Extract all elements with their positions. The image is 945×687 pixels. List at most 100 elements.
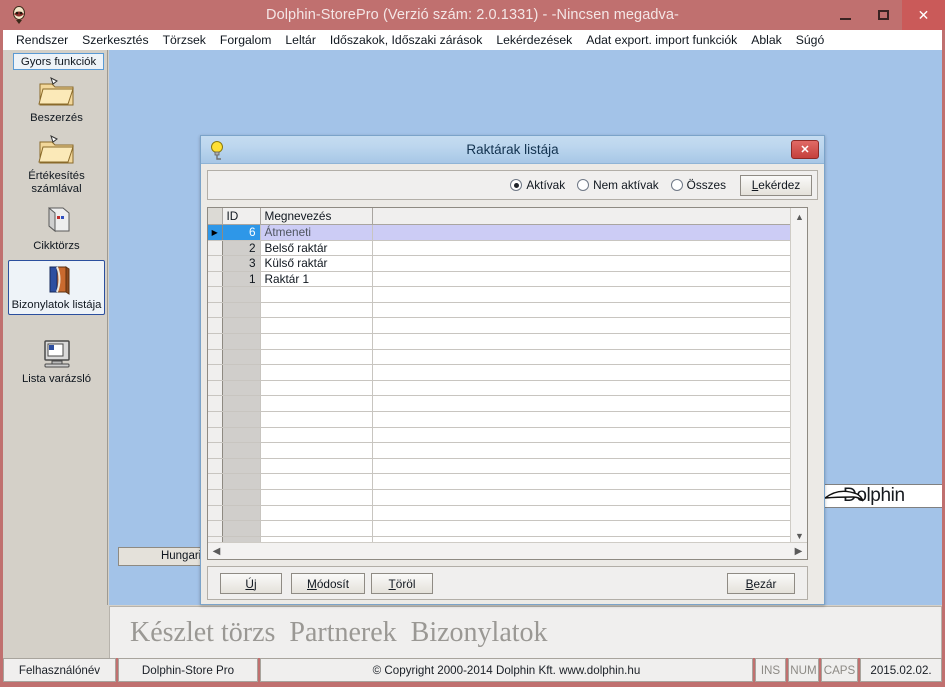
table-header-row: ID Megnevezés [208,208,791,225]
table-row[interactable]: 1 Raktár 1 [208,271,791,288]
cell-id [222,317,261,335]
dialog-close-button[interactable]: ✕ [791,140,819,159]
cell-name [260,364,373,381]
cell-id [222,520,261,537]
cell-filler [372,255,791,272]
row-marker [208,333,223,350]
table-row[interactable]: 2 Belső raktár [208,240,791,257]
new-button[interactable]: Új [220,573,282,594]
modify-button[interactable]: Módosít [291,573,365,594]
cell-id: 6 [222,224,261,241]
tool-item-bizonylatok-listaja[interactable]: Bizonylatok listája [8,260,105,315]
cell-filler [372,364,791,381]
table-body: ▶ 6 Átmeneti 2 Belső raktár 3 Külső raktár 1 Rak… [208,224,791,553]
tool-item-ertekesites[interactable]: Értékesítés számlával [8,132,105,198]
status-product: Dolphin-Store Pro [118,658,258,682]
cell-id [222,427,261,444]
table-row-empty[interactable] [208,442,791,459]
table-row-empty[interactable] [208,458,791,475]
tool-item-cikktorzs[interactable]: Cikktörzs [8,202,105,255]
cell-filler [372,505,791,522]
table-row[interactable]: ▶ 6 Átmeneti [208,224,791,241]
menu-leltar[interactable]: Leltár [278,30,323,50]
table-row-empty[interactable] [208,333,791,350]
table-row-empty[interactable] [208,411,791,428]
status-copyright: © Copyright 2000-2014 Dolphin Kft. www.d… [260,658,753,682]
grid-vertical-scrollbar[interactable]: ▲ ▼ [790,208,807,544]
dolphin-curve-icon [823,490,864,502]
menu-sugo[interactable]: Súgó [789,30,831,50]
tool-label: Értékesítés számlával [28,170,85,195]
table-row-empty[interactable] [208,364,791,381]
cell-id [222,286,261,303]
delete-button[interactable]: Töröl [371,573,433,594]
folder-open-icon [8,132,105,170]
cell-name [260,395,373,413]
cell-id [222,395,261,413]
tool-item-beszerzes[interactable]: Beszerzés [8,74,105,127]
table-row-empty[interactable] [208,489,791,506]
row-marker [208,520,223,537]
dolphin-logo: Dolphin [816,484,942,508]
grid-horizontal-scrollbar[interactable]: ◀ ▶ [208,542,807,559]
column-header-id[interactable]: ID [222,208,261,225]
menu-ablak[interactable]: Ablak [744,30,789,50]
menu-adat-export[interactable]: Adat export. import funkciók [579,30,744,50]
radio-osszes[interactable]: Összes [670,178,726,192]
menu-rendszer[interactable]: Rendszer [9,30,75,50]
menu-torzsek[interactable]: Törzsek [156,30,213,50]
folder-open-icon [8,74,105,112]
maximize-button[interactable] [864,0,902,30]
radio-aktivak[interactable]: Aktívak [510,178,565,192]
chevron-left-icon[interactable]: ◀ [208,543,225,560]
branding-strip: Készlet törzs Partnerek Bizonylatok [109,606,942,658]
chevron-up-icon[interactable]: ▲ [791,208,807,225]
column-header-name[interactable]: Megnevezés [260,208,373,225]
delete-button-accel: T [388,576,396,591]
warehouse-grid: ID Megnevezés ▶ 6 Átmeneti 2 Belső raktár 3 Kü… [207,207,808,560]
query-button[interactable]: Lekérdez [740,174,812,196]
cell-filler [372,349,791,366]
row-marker [208,473,223,490]
row-marker [208,380,223,397]
status-caps: CAPS [821,658,858,682]
close-button[interactable]: ✕ [902,0,945,30]
menu-idoszakok[interactable]: Időszakok, Időszaki zárások [323,30,489,50]
close-dialog-button[interactable]: Bezár [727,573,795,594]
table-row-empty[interactable] [208,380,791,397]
cell-filler [372,473,791,490]
table-row-empty[interactable] [208,520,791,537]
menu-szerkesztes[interactable]: Szerkesztés [75,30,155,50]
server-box-icon [8,202,105,240]
quick-functions-toolbox: Gyors funkciók Beszerzés Értékesítés szá… [3,50,108,605]
dialog-body: Aktívak Nem aktívak Összes Lekérdez ID M… [201,164,824,606]
row-marker [208,458,223,475]
cell-name [260,286,373,303]
dialog-title: Raktárak listája [466,142,559,157]
table-row-empty[interactable] [208,317,791,335]
tool-label: Lista varázsló [21,373,92,385]
tool-label: Cikktörzs [33,240,80,252]
menu-lekerdezesek[interactable]: Lekérdezések [489,30,579,50]
table-row-empty[interactable] [208,349,791,366]
cell-filler [372,458,791,475]
row-marker [208,427,223,444]
tool-item-lista-varazslo[interactable]: Lista varázsló [8,335,105,388]
table-row-empty[interactable] [208,505,791,522]
table-row-empty[interactable] [208,286,791,303]
cell-filler [372,317,791,335]
table-row-empty[interactable] [208,427,791,444]
cell-filler [372,442,791,459]
radio-nem-aktivak[interactable]: Nem aktívak [577,178,659,192]
table-row-empty[interactable] [208,473,791,490]
table-row-empty[interactable] [208,302,791,319]
minimize-button[interactable] [826,0,864,30]
menu-forgalom[interactable]: Forgalom [213,30,278,50]
toolbox-header[interactable]: Gyors funkciók [13,53,104,70]
row-marker [208,505,223,522]
chevron-right-icon[interactable]: ▶ [790,543,807,560]
status-username[interactable]: Felhasználónév [3,658,116,682]
lightbulb-icon [209,140,227,160]
table-row[interactable]: 3 Külső raktár [208,255,791,272]
table-row-empty[interactable] [208,395,791,413]
